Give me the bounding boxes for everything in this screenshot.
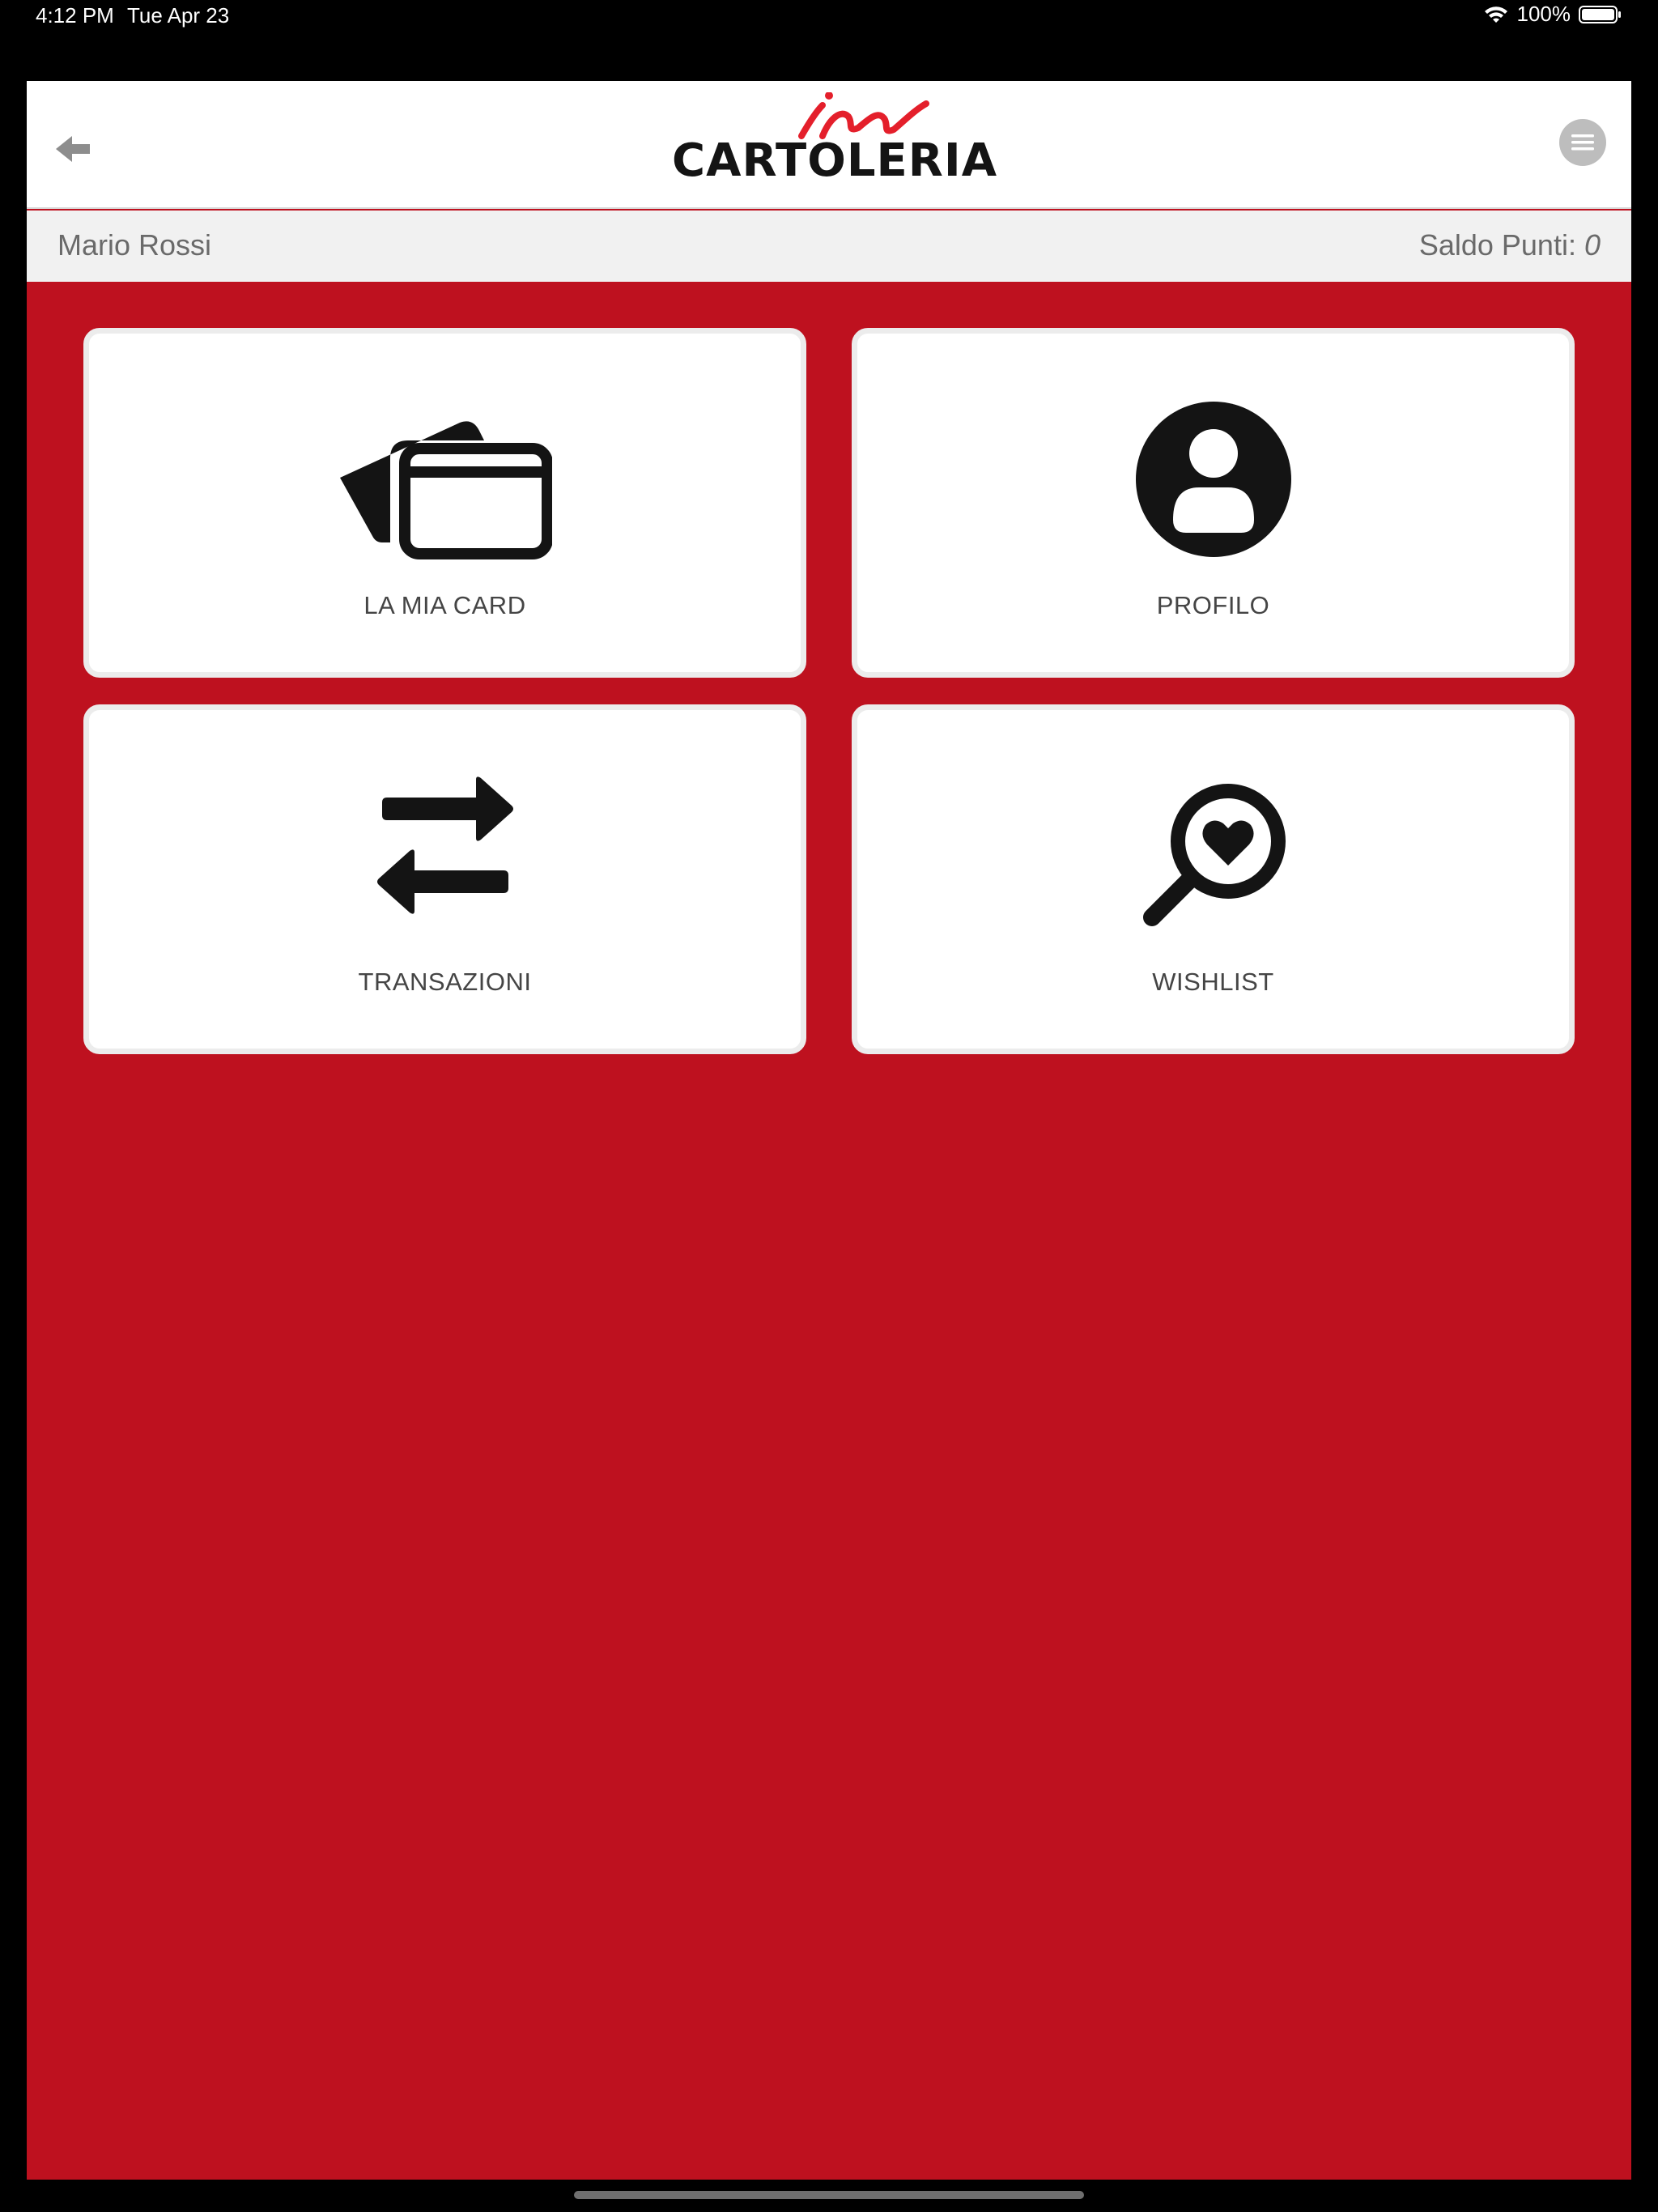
menu-button[interactable] [1558,118,1607,167]
tile-transazioni[interactable]: TRANSAZIONI [83,704,806,1054]
points-value: 0 [1584,228,1601,262]
app-header: CARTOLERIA [27,81,1631,209]
tile-label: WISHLIST [1152,968,1274,996]
status-date: Tue Apr 23 [127,3,230,28]
user-circle-icon [1133,398,1295,564]
tile-label: TRANSAZIONI [358,968,532,996]
user-name: Mario Rossi [57,228,212,262]
status-indicators: 100% [1483,2,1623,27]
status-bar: 4:12 PM Tue Apr 23 100% [0,0,1658,32]
cartoleria-logo: CARTOLERIA [672,91,998,189]
tile-profilo[interactable]: PROFILO [852,328,1575,678]
tile-label: LA MIA CARD [363,591,526,619]
wifi-icon [1483,5,1509,24]
exchange-arrows-icon [364,775,526,941]
hamburger-menu-icon [1558,119,1607,170]
logo-wordmark: CARTOLERIA [672,134,998,187]
battery-percent: 100% [1516,2,1571,26]
back-button[interactable] [51,126,100,172]
user-bar: Mario Rossi Saldo Punti: 0 [27,211,1631,282]
points-balance: Saldo Punti: 0 [1419,228,1601,262]
app-window: CARTOLERIA Mario Rossi Saldo Punti: 0 LA… [27,81,1631,2180]
home-indicator[interactable] [574,2191,1084,2199]
arrow-left-icon [51,136,100,175]
status-time: 4:12 PM [36,3,114,28]
tile-label: PROFILO [1156,591,1270,619]
tile-wishlist[interactable]: WISHLIST [852,704,1575,1054]
battery-icon [1579,5,1622,24]
search-heart-icon [1133,775,1295,941]
points-label: Saldo Punti: [1418,228,1576,262]
credit-cards-icon [338,398,553,564]
tile-la-mia-card[interactable]: LA MIA CARD [83,328,806,678]
